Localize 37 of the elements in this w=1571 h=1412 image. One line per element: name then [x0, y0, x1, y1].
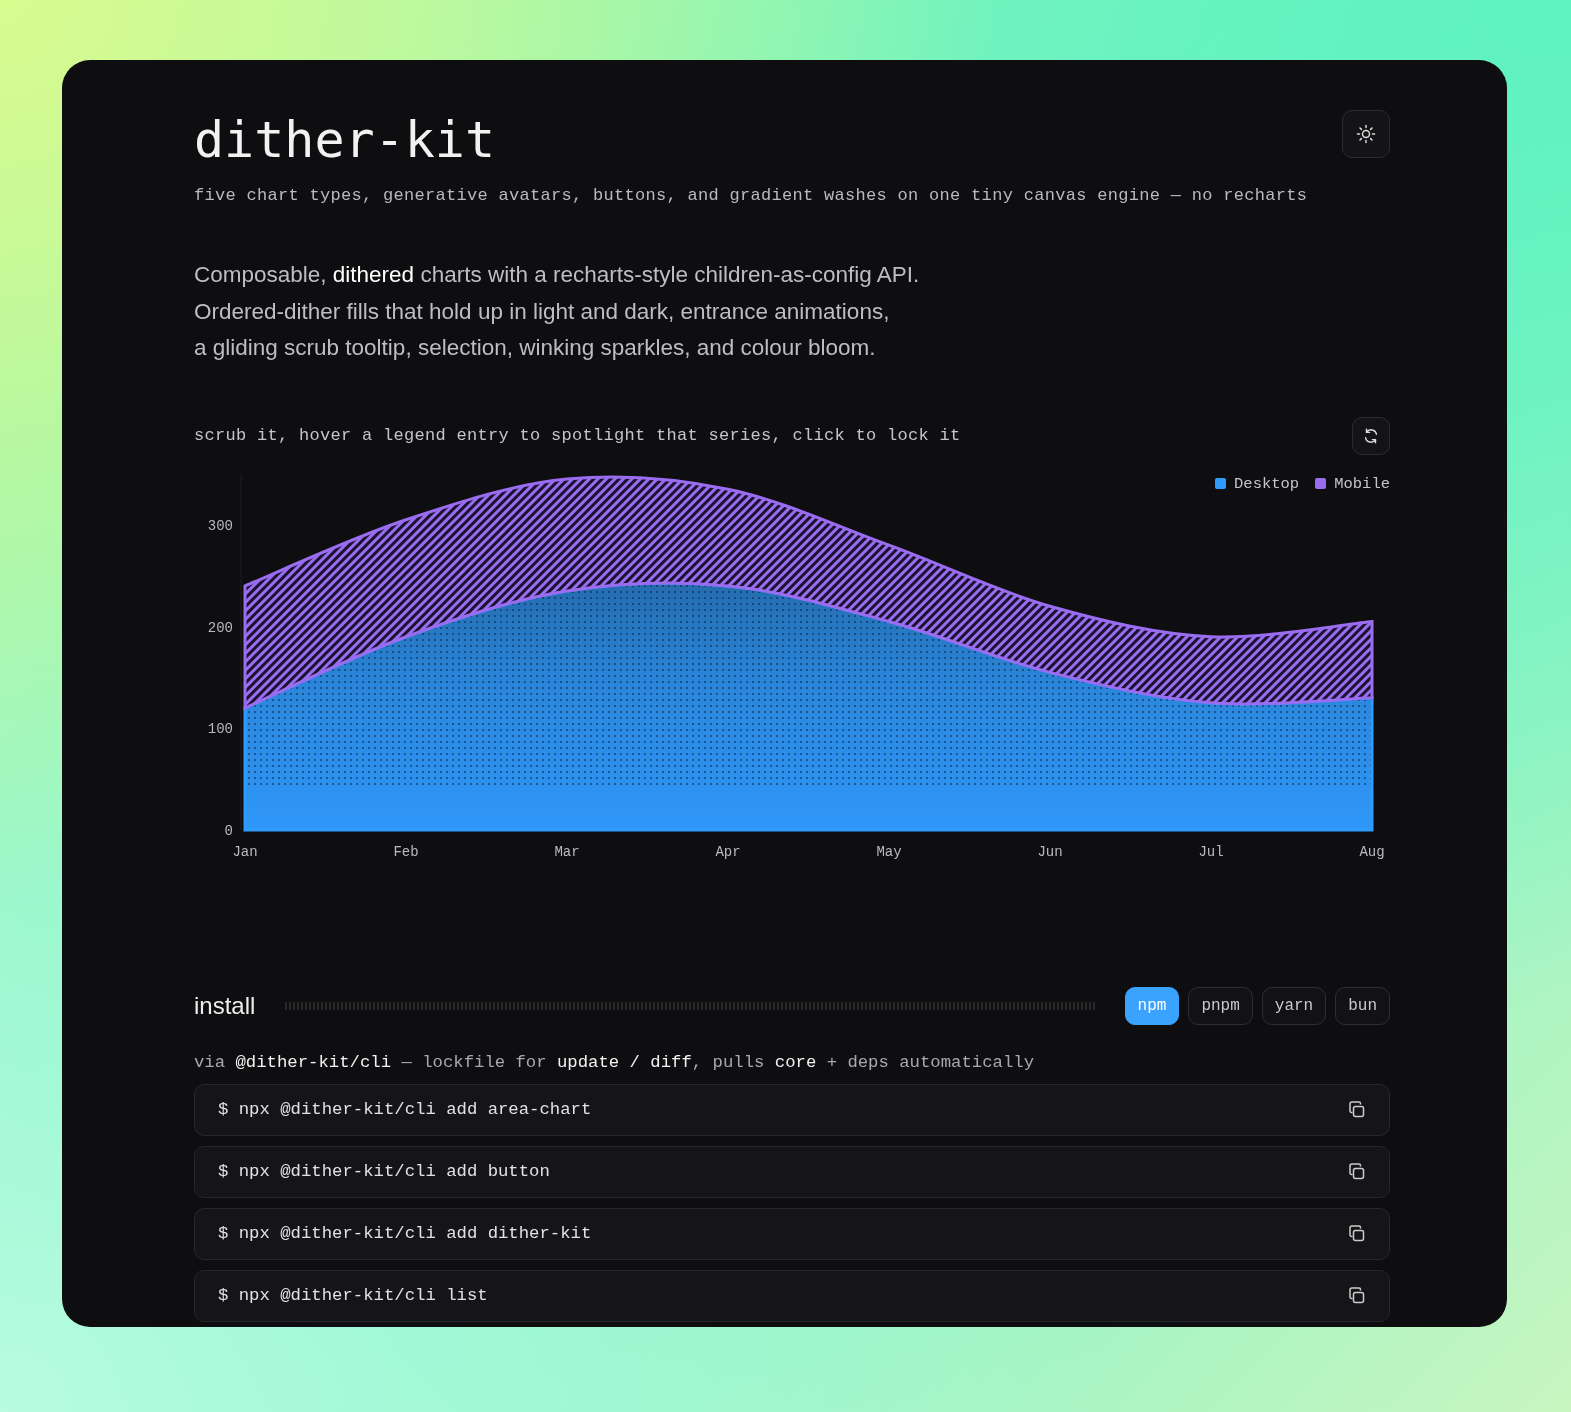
package-manager-tab[interactable]: pnpm	[1188, 986, 1253, 1025]
package-manager-tab[interactable]: bun	[1335, 986, 1390, 1025]
y-axis-label: 200	[207, 619, 233, 636]
x-axis-label: Aug	[1359, 843, 1385, 860]
x-axis-label: May	[876, 843, 902, 860]
x-axis-label: Feb	[393, 843, 419, 860]
x-axis-label: Jul	[1198, 843, 1224, 860]
subtitle: five chart types, generative avatars, buttons, and gradient washes on one tiny canvas engine — no recharts	[194, 186, 1308, 205]
refresh-button[interactable]	[1352, 416, 1390, 455]
command-text: $ npx @dither-kit/cli add area-chart	[218, 1100, 592, 1119]
legend-label[interactable]: Desktop	[1234, 474, 1300, 493]
section-title: install	[194, 991, 256, 1020]
refresh-icon	[1362, 426, 1380, 445]
intro-text: Composable, dithered charts with a recharts-style children-as-config API.	[194, 261, 921, 289]
y-axis-label: 300	[207, 517, 233, 534]
x-axis-label: Jun	[1037, 843, 1063, 860]
command-text: $ npx @dither-kit/cli add dither-kit	[218, 1224, 592, 1243]
command-text: $ npx @dither-kit/cli add button	[218, 1162, 550, 1181]
copy-icon[interactable]	[1347, 1285, 1367, 1306]
theme-toggle-button[interactable]	[1342, 110, 1390, 158]
x-axis-label: Mar	[554, 843, 580, 860]
copy-icon[interactable]	[1347, 1099, 1367, 1120]
legend-label[interactable]: Mobile	[1334, 474, 1390, 493]
copy-icon[interactable]	[1347, 1161, 1367, 1182]
y-axis-label: 0	[224, 822, 233, 839]
sun-icon	[1356, 124, 1376, 144]
page-title: dither-kit	[194, 110, 497, 171]
x-axis-label: Jan	[232, 843, 258, 860]
x-axis-label: Apr	[715, 843, 741, 860]
command-text: $ npx @dither-kit/cli list	[218, 1286, 488, 1305]
intro-text: Ordered-dither fills that hold up in light and dark, entrance animations,	[194, 297, 891, 326]
install-note: via @dither-kit/cli — lockfile for update / diff, pulls core + deps automatically	[194, 1052, 1036, 1072]
y-axis-label: 100	[207, 720, 233, 737]
copy-icon[interactable]	[1347, 1223, 1367, 1244]
intro-text: a gliding scrub tooltip, selection, winking sparkles, and colour bloom.	[194, 334, 877, 362]
chart-caption: scrub it, hover a legend entry to spotlight that series, click to lock it	[194, 426, 961, 445]
package-manager-tab[interactable]: yarn	[1261, 986, 1327, 1025]
